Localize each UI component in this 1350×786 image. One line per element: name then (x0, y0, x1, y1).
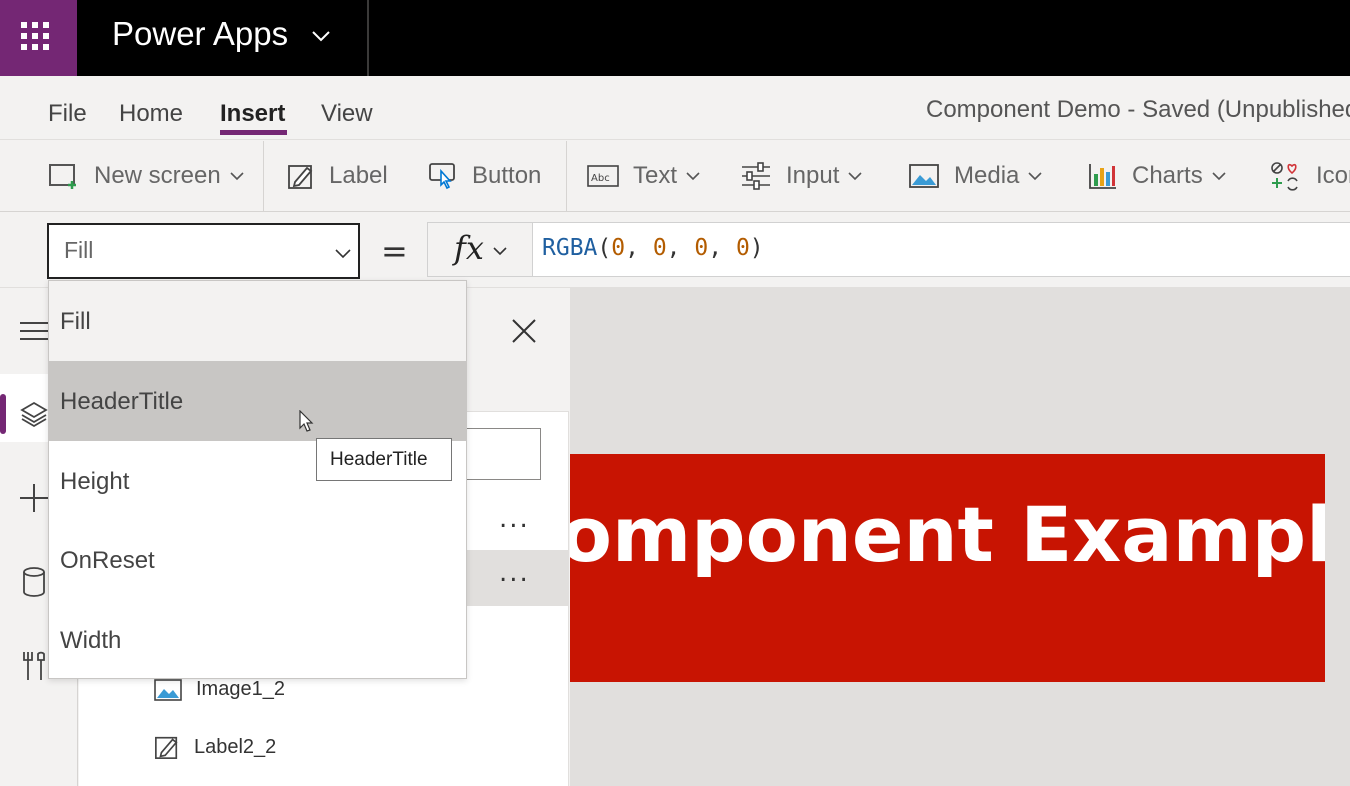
database-icon[interactable] (20, 566, 48, 598)
button-label: Button (472, 162, 542, 189)
tab-insert[interactable]: Insert (220, 100, 285, 128)
more-options-button[interactable]: ... (499, 504, 530, 534)
formula-input[interactable]: RGBA(0, 0, 0, 0) (532, 222, 1350, 277)
media-menu-button[interactable]: Media (908, 141, 1057, 211)
sliders-icon (742, 162, 770, 190)
option-label: Width (60, 627, 122, 654)
charts-menu-button[interactable]: Charts (1088, 141, 1241, 211)
formula-bar: Fill = fx RGBA(0, 0, 0, 0) (0, 212, 1350, 288)
tree-item-label-control[interactable]: Label2_2 (154, 734, 276, 760)
tree-item-label: Label2_2 (194, 735, 277, 758)
media-label: Media (954, 162, 1020, 189)
chevron-down-icon (1212, 172, 1226, 181)
property-value: Fill (64, 237, 94, 263)
dropdown-option-fill[interactable]: Fill (49, 281, 466, 361)
app-title[interactable]: Power Apps (112, 15, 288, 53)
pencil-icon (288, 165, 313, 189)
layers-icon[interactable] (20, 400, 48, 428)
icons-label: Icon (1316, 162, 1350, 189)
icons-icon (1271, 162, 1298, 191)
dropdown-option-headertitle[interactable]: HeaderTitle (49, 361, 466, 441)
app-launcher-button[interactable] (0, 0, 77, 76)
input-menu-button[interactable]: Input (740, 141, 877, 211)
formula-arg: 0 (611, 235, 626, 261)
formula-arg: 0 (694, 235, 709, 261)
design-canvas[interactable]: Component Example (570, 288, 1350, 786)
text-icon: Abc (587, 165, 619, 187)
tab-home[interactable]: Home (119, 100, 183, 128)
button-button[interactable]: Button (428, 141, 541, 211)
chart-icon (1089, 164, 1116, 189)
pencil-icon (155, 736, 178, 759)
chevron-down-icon (230, 172, 244, 181)
plus-icon[interactable] (20, 484, 48, 512)
equals-sign: = (381, 232, 408, 270)
function-picker-button[interactable]: fx (427, 222, 533, 277)
divider (367, 0, 369, 76)
icons-menu-button[interactable]: Icon (1270, 141, 1350, 211)
ribbon-divider (263, 141, 264, 211)
new-screen-button[interactable]: New screen (48, 141, 259, 211)
chevron-down-icon (493, 247, 507, 256)
waffle-icon (21, 22, 49, 50)
image-icon (909, 164, 939, 188)
fx-icon: fx (454, 229, 484, 267)
rail-active-indicator (0, 394, 6, 434)
tree-item-label: Image1_2 (196, 678, 285, 700)
tab-file[interactable]: File (48, 100, 87, 128)
property-dropdown[interactable]: Fill (47, 223, 360, 279)
button-icon (429, 163, 455, 190)
formula-text: RGBA(0, 0, 0, 0) (542, 235, 764, 261)
header-title: Component Example (570, 490, 1325, 579)
formula-arg: 0 (652, 235, 667, 261)
mouse-pointer-icon (299, 410, 314, 432)
dropdown-option-onreset[interactable]: OnReset (49, 520, 466, 600)
option-label: Height (60, 468, 130, 495)
chevron-down-icon[interactable] (311, 26, 331, 46)
active-tab-indicator (220, 130, 287, 135)
more-options-button[interactable]: ... (499, 558, 530, 588)
chevron-down-icon (848, 172, 862, 181)
chevron-down-icon (1028, 172, 1042, 181)
tooltip: HeaderTitle (316, 438, 452, 481)
formula-arg: 0 (735, 235, 750, 261)
option-label: OnReset (60, 547, 155, 574)
charts-label: Charts (1132, 162, 1203, 189)
header-banner[interactable]: Component Example (570, 454, 1325, 682)
label-button[interactable]: Label (287, 141, 388, 211)
label-label: Label (329, 162, 388, 189)
svg-text:Abc: Abc (591, 173, 610, 184)
tools-icon[interactable] (20, 650, 48, 682)
menu-bar: File Home Insert View Component Demo - S… (0, 76, 1350, 140)
hamburger-icon[interactable] (20, 320, 48, 342)
close-icon[interactable] (511, 318, 537, 344)
input-label: Input (786, 162, 840, 189)
image-icon (154, 678, 182, 701)
text-menu-button[interactable]: Abc Text (587, 141, 715, 211)
insert-ribbon: New screen Label Button Abc Text Input M… (0, 141, 1350, 212)
chevron-down-icon (335, 249, 351, 259)
dropdown-option-width[interactable]: Width (49, 600, 466, 680)
new-screen-icon (49, 164, 76, 189)
chevron-down-icon (686, 172, 700, 181)
formula-function: RGBA (542, 235, 598, 261)
option-label: Fill (60, 308, 91, 335)
tree-item-image[interactable]: Image1_2 (154, 678, 285, 701)
document-status: Component Demo - Saved (Unpublished (926, 96, 1350, 123)
top-bar: Power Apps (0, 0, 1350, 76)
option-label: HeaderTitle (60, 388, 184, 415)
tab-view[interactable]: View (321, 100, 373, 128)
ribbon-divider (566, 141, 567, 211)
new-screen-label: New screen (94, 162, 221, 189)
text-label: Text (633, 162, 678, 189)
